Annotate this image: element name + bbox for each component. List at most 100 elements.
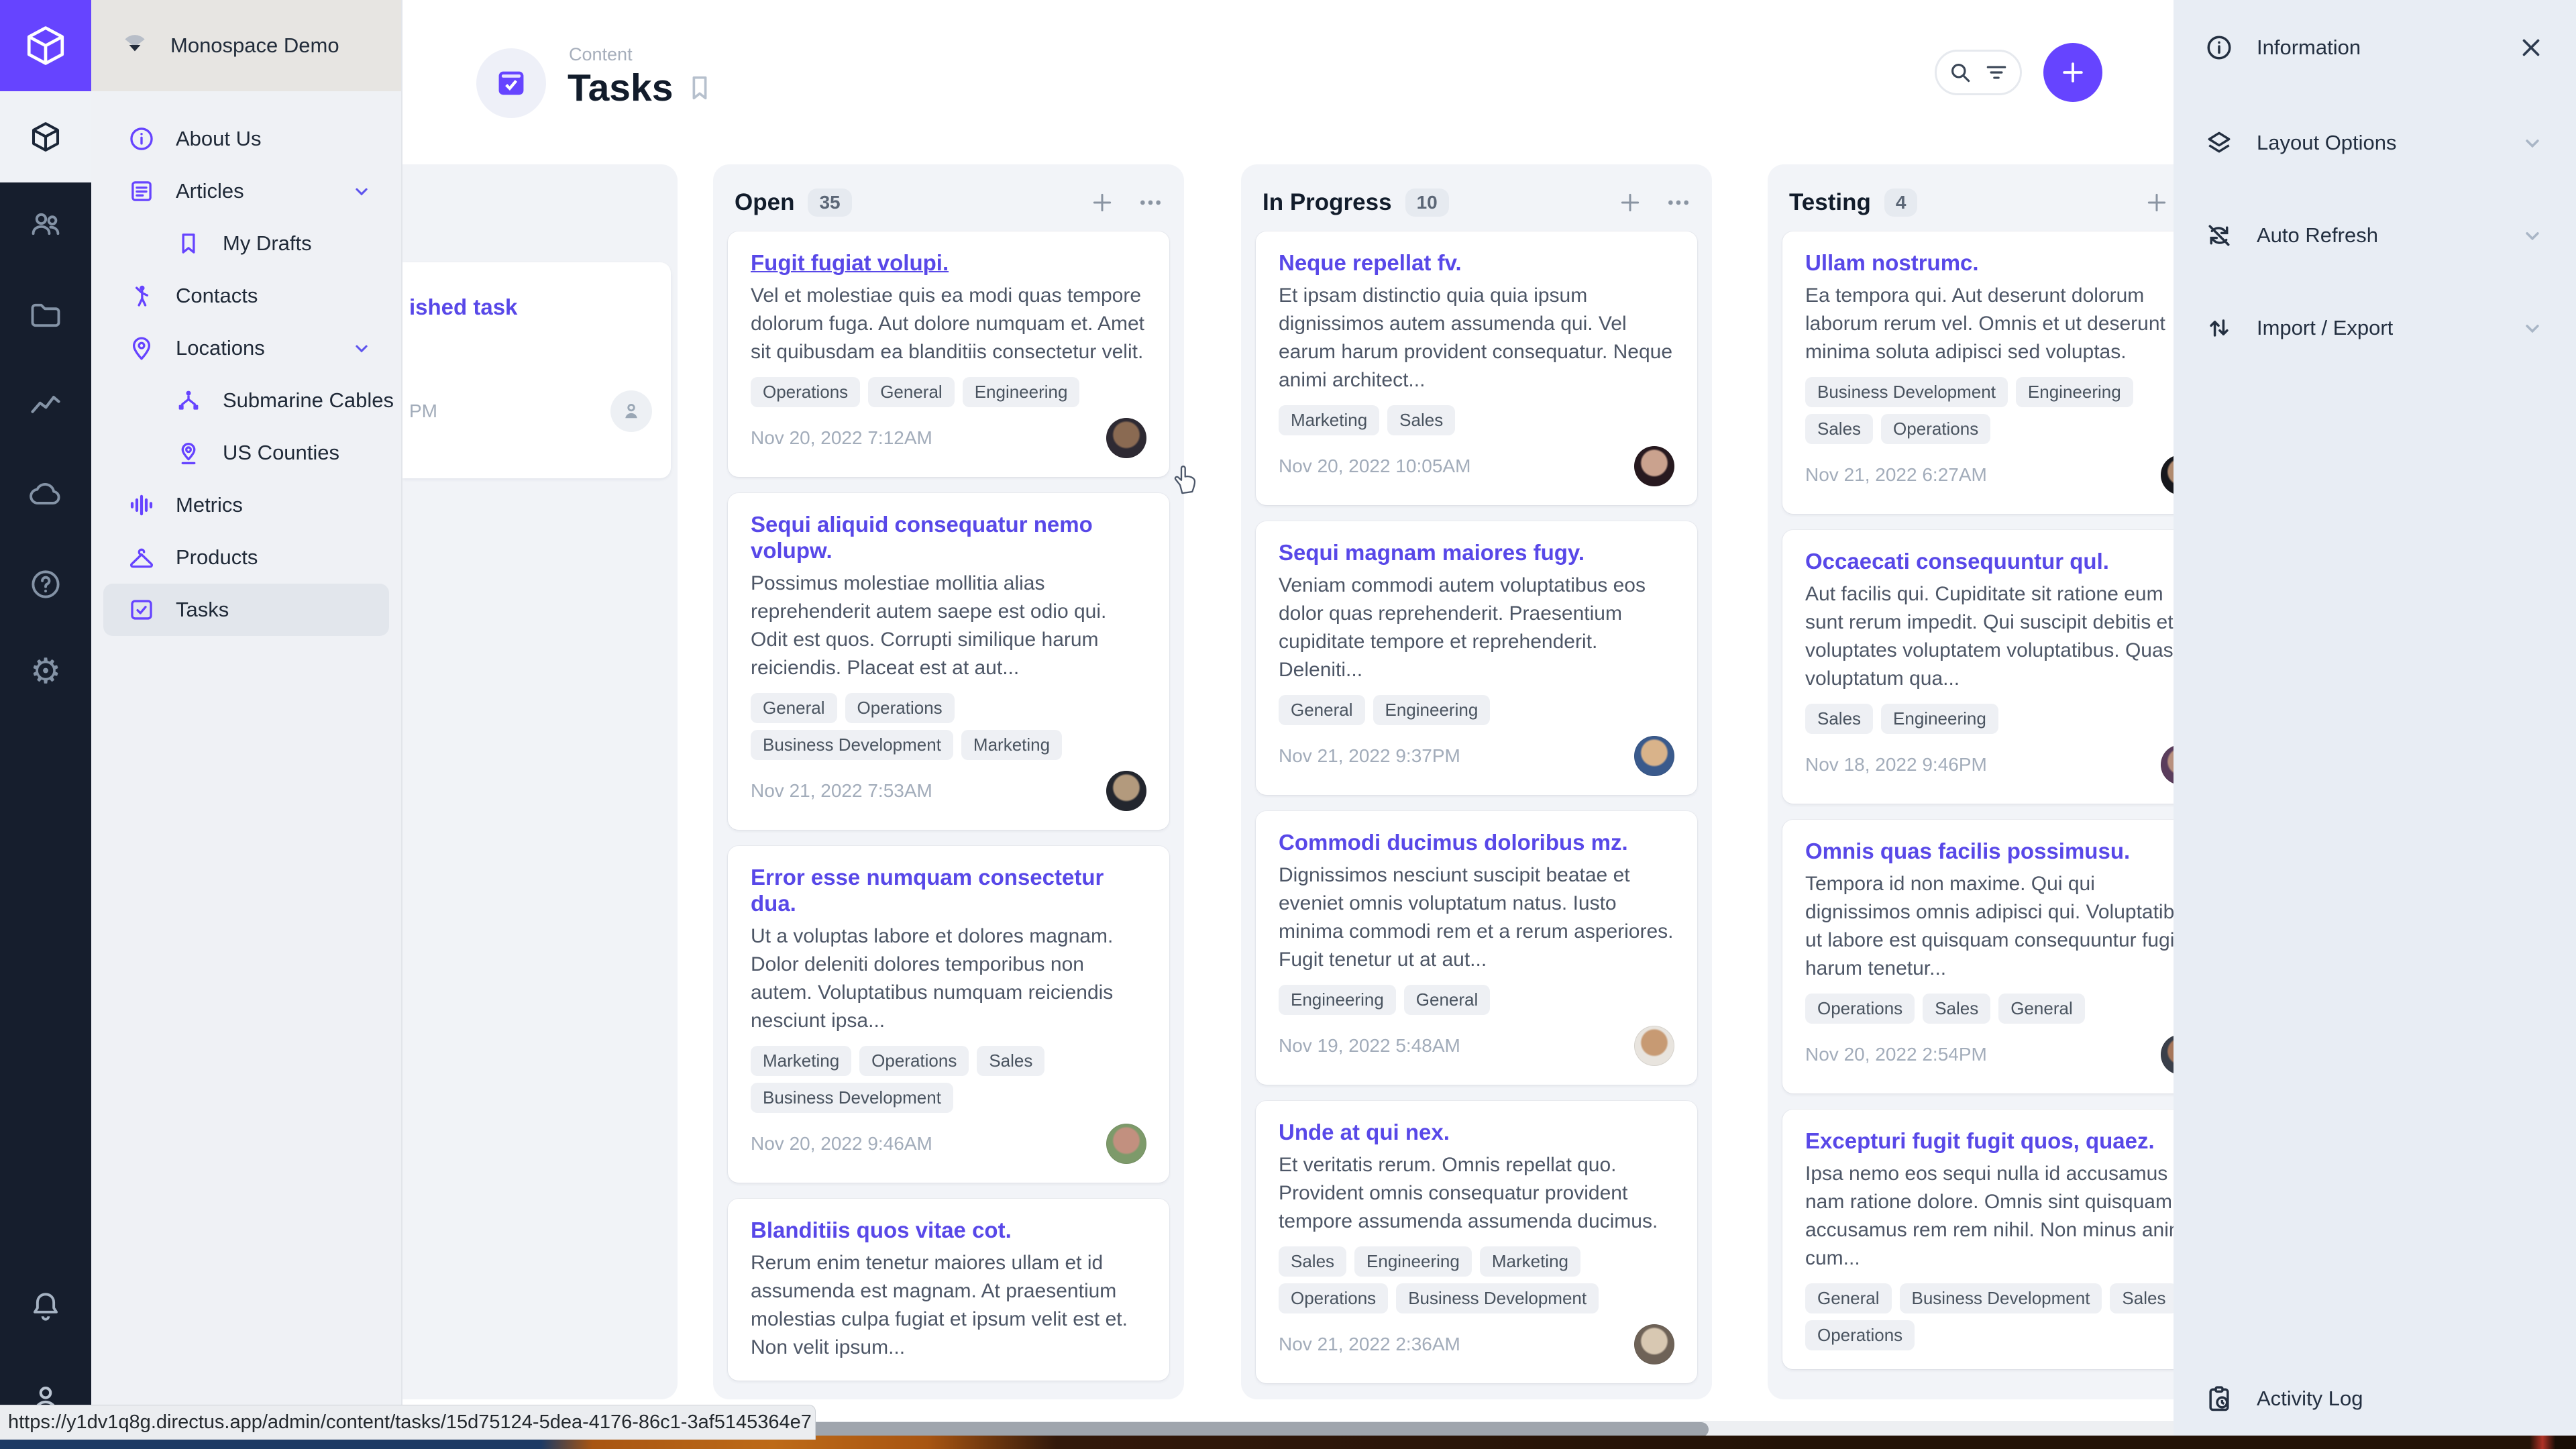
- task-card-title[interactable]: Sequi aliquid consequatur nemo volupw.: [751, 512, 1146, 564]
- task-card[interactable]: Neque repellat fv. Et ipsam distinctio q…: [1256, 231, 1697, 505]
- task-card[interactable]: Fugit fugiat volupi. Vel et molestiae qu…: [728, 231, 1169, 477]
- kanban-column-in-progress: In Progress 10 Neque repellat fv. Et ips…: [1241, 164, 1712, 1399]
- task-card-date: PM: [409, 400, 437, 422]
- sidebar-item-tasks[interactable]: Tasks: [103, 584, 389, 636]
- column-count-badge: 35: [808, 189, 851, 217]
- task-card[interactable]: Unde at qui nex. Et veritatis rerum. Omn…: [1256, 1101, 1697, 1383]
- task-card-body: Ut a voluptas labore et dolores magnam. …: [751, 922, 1146, 1035]
- project-name: Monospace Demo: [170, 34, 339, 58]
- task-card[interactable]: Commodi ducimus doloribus mz. Dignissimo…: [1256, 811, 1697, 1085]
- task-card[interactable]: ished task PM: [402, 262, 671, 478]
- tag-chip: Operations: [1279, 1283, 1388, 1313]
- task-card-date: Nov 21, 2022 7:53AM: [751, 780, 932, 802]
- task-card-body: Rerum enim tenetur maiores ullam et id a…: [751, 1249, 1146, 1362]
- task-card[interactable]: Omnis quas facilis possimusu. Tempora id…: [1782, 820, 2224, 1093]
- bookmark-icon[interactable]: [684, 72, 715, 103]
- tag-list: GeneralBusiness DevelopmentSalesOperatio…: [1805, 1283, 2201, 1350]
- tag-chip: Engineering: [2016, 377, 2133, 407]
- sidebar-section-import-export[interactable]: Import / Export: [2174, 291, 2576, 365]
- files-module-icon[interactable]: [0, 298, 91, 333]
- sidebar-item-products[interactable]: Products: [91, 531, 401, 584]
- cloud-module-icon[interactable]: [0, 477, 91, 512]
- browser-status-url: https://y1dv1q8g.directus.app/admin/cont…: [0, 1405, 816, 1440]
- sidebar-item-locations[interactable]: Locations: [91, 322, 401, 374]
- chevron-down-icon: [2520, 130, 2545, 156]
- sidebar-section-label: Import / Export: [2257, 316, 2393, 340]
- sidebar-section-information[interactable]: Information: [2174, 11, 2576, 85]
- sidebar-item-label: Products: [176, 545, 258, 570]
- column-menu-icon[interactable]: [1665, 189, 1692, 216]
- search-input[interactable]: [1935, 50, 2022, 95]
- task-card[interactable]: Sequi aliquid consequatur nemo volupw. P…: [728, 493, 1169, 830]
- tag-chip: Operations: [1881, 414, 1990, 444]
- task-card-title[interactable]: Sequi magnam maiores fugy.: [1279, 540, 1674, 566]
- settings-module-icon[interactable]: ⚙: [0, 654, 91, 689]
- task-card-date: Nov 21, 2022 9:37PM: [1279, 745, 1460, 767]
- network-icon: [174, 386, 203, 415]
- task-card-title[interactable]: Excepturi fugit fugit quos, quaez.: [1805, 1128, 2201, 1155]
- tag-list: OperationsSalesGeneral: [1805, 994, 2201, 1024]
- task-card-title[interactable]: ished task: [409, 294, 652, 321]
- task-card-title[interactable]: Neque repellat fv.: [1279, 250, 1674, 276]
- assignee-avatar: [1106, 1124, 1146, 1164]
- task-card[interactable]: Error esse numquam consectetur dua. Ut a…: [728, 846, 1169, 1183]
- task-card[interactable]: Blanditiis quos vitae cot. Rerum enim te…: [728, 1199, 1169, 1381]
- project-switcher[interactable]: Monospace Demo: [91, 0, 401, 91]
- task-card-title[interactable]: Commodi ducimus doloribus mz.: [1279, 830, 1674, 856]
- tag-chip: Sales: [2110, 1283, 2178, 1313]
- task-card-body: Ipsa nemo eos sequi nulla id accusamus n…: [1805, 1160, 2201, 1273]
- sidebar-item-about-us[interactable]: About Us: [91, 113, 401, 165]
- task-card-title[interactable]: Occaecati consequuntur qul.: [1805, 549, 2201, 575]
- layers-icon: [2204, 128, 2234, 158]
- close-icon[interactable]: [2517, 34, 2545, 62]
- sidebar-section-label: Layout Options: [2257, 131, 2397, 155]
- info-icon: [127, 125, 156, 153]
- task-card-body: Dignissimos nesciunt suscipit beatae et …: [1279, 861, 1674, 974]
- task-card-title[interactable]: Unde at qui nex.: [1279, 1120, 1674, 1146]
- sidebar-section-auto-refresh[interactable]: Auto Refresh: [2174, 199, 2576, 272]
- task-card-title[interactable]: Blanditiis quos vitae cot.: [751, 1218, 1146, 1244]
- task-check-icon: [494, 66, 529, 101]
- task-card-title[interactable]: Omnis quas facilis possimusu.: [1805, 839, 2201, 865]
- sidebar-section-layout-options[interactable]: Layout Options: [2174, 106, 2576, 180]
- sidebar-item-metrics[interactable]: Metrics: [91, 479, 401, 531]
- users-module-icon[interactable]: [0, 206, 91, 241]
- notifications-bell-icon[interactable]: [0, 1289, 91, 1324]
- task-card[interactable]: Sequi magnam maiores fugy. Veniam commod…: [1256, 521, 1697, 795]
- insights-module-icon[interactable]: [0, 388, 91, 423]
- assignee-avatar: [1106, 418, 1146, 458]
- task-check-icon: [127, 596, 156, 624]
- sidebar-item-contacts[interactable]: Contacts: [91, 270, 401, 322]
- help-module-icon[interactable]: [0, 567, 91, 602]
- task-card-title[interactable]: Error esse numquam consectetur dua.: [751, 865, 1146, 917]
- add-card-icon[interactable]: [1089, 189, 1116, 216]
- sidebar-item-us-counties[interactable]: US Counties: [91, 427, 401, 479]
- column-menu-icon[interactable]: [1137, 189, 1164, 216]
- import-export-icon: [2204, 313, 2234, 343]
- module-rail: ⚙: [0, 0, 91, 1449]
- task-card[interactable]: Ullam nostrumc. Ea tempora qui. Aut dese…: [1782, 231, 2224, 514]
- tag-chip: Sales: [1805, 414, 1873, 444]
- breadcrumb[interactable]: Content: [569, 44, 633, 65]
- sidebar-item-articles[interactable]: Articles: [91, 165, 401, 217]
- tag-chip: Marketing: [751, 1046, 851, 1076]
- sidebar-item-label: My Drafts: [223, 231, 312, 256]
- content-module-icon[interactable]: [0, 91, 91, 182]
- task-card-body: Et ipsam distinctio quia quia ipsum dign…: [1279, 282, 1674, 394]
- task-card[interactable]: Excepturi fugit fugit quos, quaez. Ipsa …: [1782, 1110, 2224, 1369]
- tag-list: EngineeringGeneral: [1279, 985, 1674, 1015]
- assignee-avatar: [1634, 736, 1674, 776]
- add-card-icon[interactable]: [2143, 189, 2170, 216]
- task-card[interactable]: Occaecati consequuntur qul. Aut facilis …: [1782, 530, 2224, 804]
- collection-icon-button[interactable]: [476, 48, 546, 118]
- sidebar-item-my-drafts[interactable]: My Drafts: [91, 217, 401, 270]
- add-task-button[interactable]: [2043, 43, 2102, 102]
- add-card-icon[interactable]: [1617, 189, 1644, 216]
- sidebar-section-activity-log[interactable]: Activity Log: [2174, 1362, 2576, 1436]
- task-card-title[interactable]: Ullam nostrumc.: [1805, 250, 2201, 276]
- sidebar-item-submarine-cables[interactable]: Submarine Cables: [91, 374, 401, 427]
- directus-logo-icon[interactable]: [0, 0, 91, 91]
- task-card-title[interactable]: Fugit fugiat volupi.: [751, 250, 1146, 276]
- tag-chip: Business Development: [751, 1083, 953, 1113]
- map-pin-icon: [127, 334, 156, 362]
